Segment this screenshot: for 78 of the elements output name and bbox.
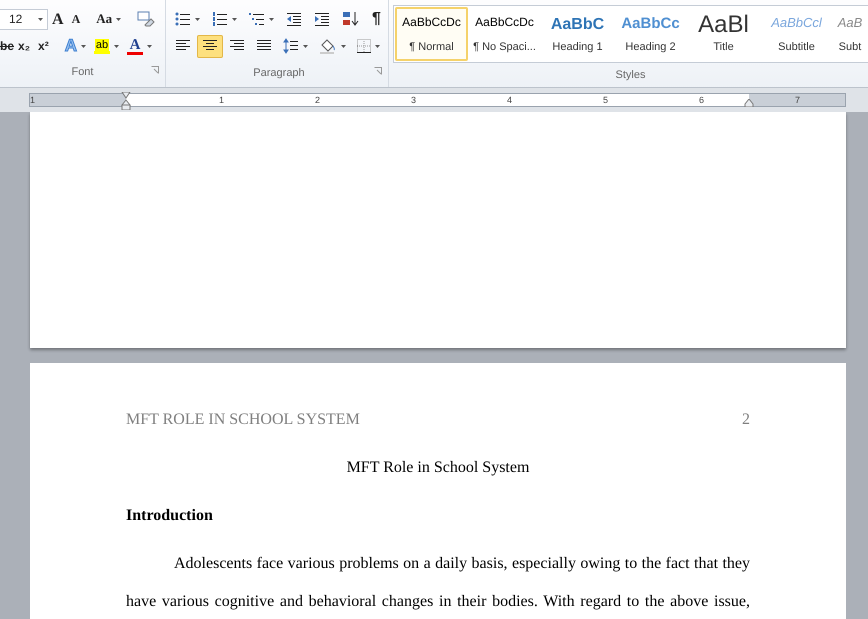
- numbered-list-icon: [212, 12, 228, 26]
- ruler-number: 7: [795, 94, 800, 106]
- subscript-button[interactable]: x₂: [14, 35, 34, 57]
- strikethrough-button[interactable]: be: [0, 35, 14, 57]
- style-label: Heading 1: [552, 40, 603, 54]
- sort-icon: [342, 11, 360, 27]
- running-header: MFT ROLE IN SCHOOL SYSTEM: [126, 410, 360, 430]
- font-size-field[interactable]: 12: [0, 8, 48, 30]
- dropdown-arrow-icon: [116, 18, 122, 20]
- right-indent-marker-icon[interactable]: [744, 99, 754, 107]
- style-label: ¶ No Spaci...: [473, 40, 536, 54]
- increase-indent-icon: [314, 12, 330, 26]
- dropdown-arrow-icon: [194, 18, 200, 20]
- ruler-number: 6: [699, 94, 704, 106]
- bullet-list-icon: [174, 12, 191, 26]
- dropdown-arrow-icon: [232, 18, 237, 20]
- ruler-number: 1: [30, 94, 36, 106]
- style-preview: AaBbCcDc: [475, 14, 534, 31]
- ruler-number: 2: [315, 94, 320, 106]
- style-item[interactable]: AaBl Title: [687, 7, 760, 61]
- group-label: Paragraph: [253, 66, 305, 82]
- dialog-launcher-icon[interactable]: [374, 67, 382, 75]
- shrink-font-button[interactable]: A: [68, 8, 84, 30]
- align-center-button[interactable]: [196, 34, 223, 58]
- document-title: MFT Role in School System: [346, 458, 530, 478]
- dropdown-arrow-icon: [268, 18, 274, 20]
- ruler-number: 5: [603, 94, 608, 106]
- button-glyph: A: [130, 38, 140, 52]
- style-label: Subt: [838, 40, 862, 54]
- ruler-number: 3: [411, 94, 416, 106]
- section-heading: Introduction: [126, 506, 213, 526]
- group-label: Font: [71, 65, 94, 80]
- align-right-icon: [228, 40, 245, 52]
- dropdown-arrow-icon: [146, 44, 152, 48]
- style-label: Heading 2: [625, 40, 676, 54]
- style-item[interactable]: AaBbCc Heading 2: [614, 7, 687, 61]
- borders-icon: [356, 39, 371, 53]
- style-item[interactable]: AaBbCcl Subtitle: [760, 7, 833, 61]
- style-item[interactable]: AaBbCcDc ¶ Normal: [395, 7, 468, 61]
- body-paragraph: Adolescents face various problems on a daily basis, especially owing to the fact that they have various cognitive and behavioral changes in their bodies. With regard to the above issue,: [126, 554, 750, 612]
- dropdown-arrow-icon: [340, 44, 346, 48]
- style-preview: AaBbCc: [621, 14, 680, 34]
- dropdown-arrow-icon: [38, 18, 43, 20]
- style-label: Subtitle: [778, 40, 815, 54]
- align-left-icon: [174, 40, 191, 52]
- style-preview: AaBbCcDc: [402, 14, 461, 31]
- change-case-button[interactable]: Aa: [92, 8, 126, 30]
- font-color-button[interactable]: A: [122, 35, 156, 57]
- superscript-button[interactable]: x²: [34, 35, 53, 57]
- dialog-launcher-icon[interactable]: [150, 66, 159, 74]
- grow-font-button[interactable]: A: [48, 8, 68, 30]
- style-item[interactable]: AaBbC Heading 1: [541, 7, 614, 61]
- ruler-number: 1: [219, 94, 224, 106]
- highlight-button[interactable]: ab: [90, 35, 123, 57]
- style-preview: AaBbC: [550, 15, 604, 35]
- style-label: Title: [713, 40, 734, 54]
- style-item[interactable]: AaB Subt: [833, 7, 867, 61]
- style-item[interactable]: AaBbCcDc ¶ No Spaci...: [468, 7, 541, 61]
- justify-icon: [256, 40, 272, 52]
- page-number: 2: [742, 410, 750, 430]
- style-label: ¶ Normal: [409, 40, 454, 54]
- align-center-icon: [202, 40, 218, 52]
- dropdown-arrow-icon: [302, 44, 308, 48]
- button-glyph: ab: [94, 38, 110, 50]
- indent-marker-icon[interactable]: [121, 92, 131, 110]
- group-label: Styles: [616, 68, 646, 83]
- decrease-indent-icon: [286, 12, 302, 26]
- dropdown-arrow-icon: [374, 44, 380, 48]
- paint-bucket-icon: [318, 38, 337, 54]
- dropdown-arrow-icon: [80, 44, 86, 48]
- line-spacing-icon: [282, 38, 299, 54]
- style-preview: AaBl: [698, 13, 749, 37]
- style-preview: AaBbCcl: [771, 14, 822, 32]
- ruler-number: 4: [507, 94, 512, 106]
- dropdown-arrow-icon: [114, 44, 119, 48]
- style-preview: AaB: [838, 14, 862, 32]
- multilevel-list-icon: [248, 12, 265, 26]
- marks-button[interactable]: ¶: [366, 8, 386, 30]
